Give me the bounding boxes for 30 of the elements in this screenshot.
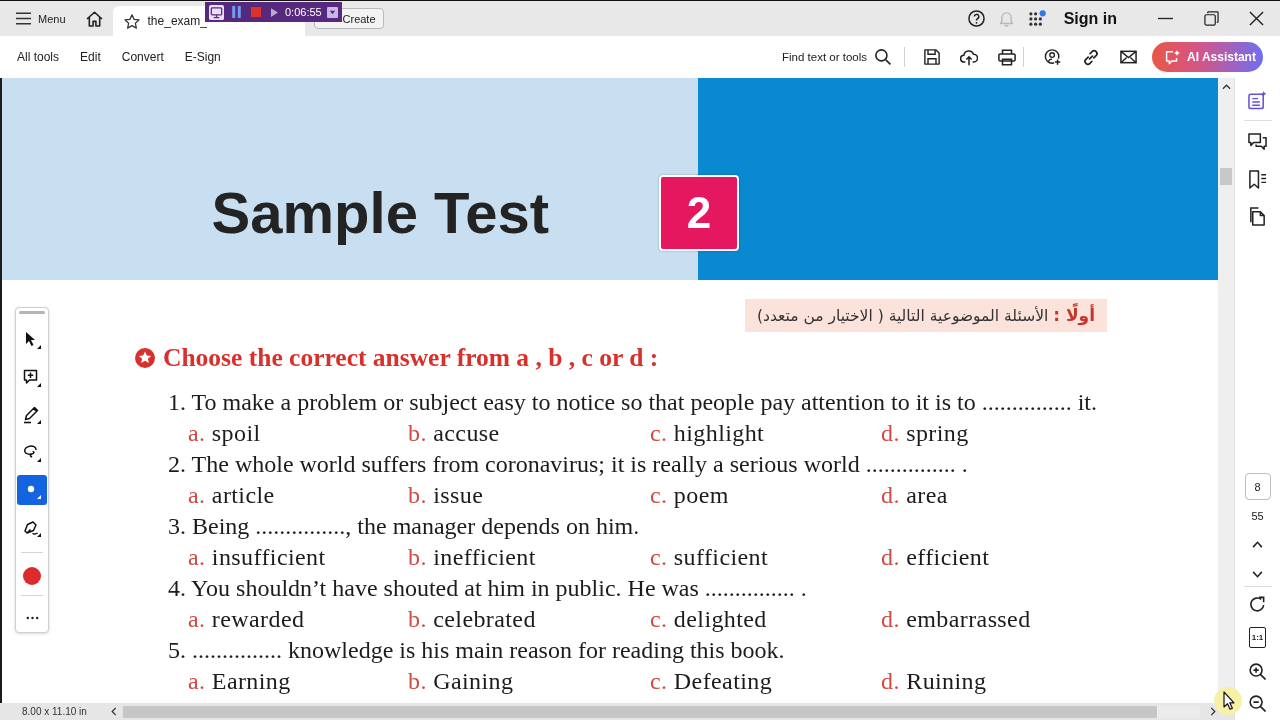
answer-option: d. efficient [881,542,990,573]
answer-option: c. highlight [650,418,765,449]
answer-option: b. accuse [408,418,500,449]
question-text: 4. You shouldn’t have shouted at him in public. He was ............... . [168,574,808,603]
answer-option: c. delighted [650,604,767,635]
section-heading: أولًا : الأسئلة الموضوعية التالية ( الاختيار من متعدد) [744,299,1107,332]
answer-option: a. Earning [188,666,291,697]
answer-option: a. rewarded [188,604,305,635]
answer-option: d. area [881,480,948,511]
answer-option: d. spring [881,418,969,449]
answer-option: b. celebrated [408,604,536,635]
page-size-label: 8.00 x 11.10 in [22,706,87,717]
question-text: 3. Being ..............., the manager depends on him. [168,512,641,541]
answer-option: a. insufficient [188,542,326,573]
answer-option: d. embarrassed [881,604,1031,635]
answer-option: a. article [188,480,275,511]
answer-option: a. spoil [188,418,261,449]
answer-option: b. Gaining [408,666,514,697]
instruction-text: Choose the correct answer from a , b , c or d : [163,344,659,372]
page-count: 55 [1251,510,1264,522]
question-text: 2. The whole world suffers from coronavirus; it is really a serious world ............... . [168,450,969,479]
question-text: 1. To make a problem or subject easy to notice so that people pay attention to it is to ............... it. [168,388,1099,417]
answer-option: b. inefficient [408,542,536,573]
test-number-badge: 2 [659,175,739,251]
answer-option: c. Defeating [650,666,773,697]
answer-option: d. Ruining [881,666,987,697]
answer-option: c. poem [650,480,729,511]
question-text: 5. ............... knowledge is his main reason for reading this book. [168,636,786,665]
answer-option: c. sufficient [650,542,769,573]
answer-option: b. issue [408,480,484,511]
